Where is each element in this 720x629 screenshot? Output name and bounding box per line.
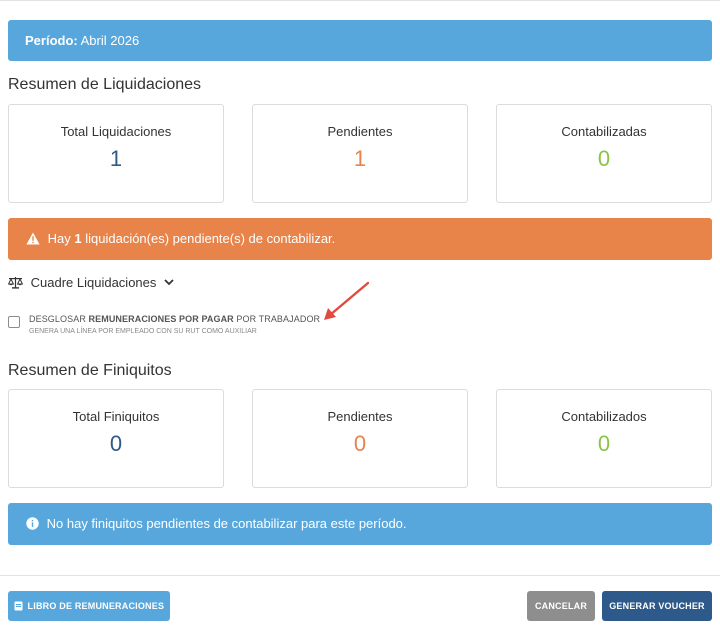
desglose-title-bold: REMUNERACIONES POR PAGAR <box>88 314 234 324</box>
info-circle-icon <box>26 517 39 530</box>
cuadre-toggle-label: Cuadre Liquidaciones <box>30 275 157 290</box>
balance-scale-icon <box>8 277 23 289</box>
card-value: 1 <box>109 146 123 171</box>
card-finiquitos-contabilizados: Contabilizados 0 <box>496 389 712 488</box>
desglose-title-part1: DESGLOSAR <box>29 314 86 324</box>
card-label: Total Finiquitos <box>72 409 160 424</box>
card-liquidaciones-pendientes: Pendientes 1 <box>252 104 468 203</box>
period-banner: Período: Abril 2026 <box>8 20 712 61</box>
card-label: Pendientes <box>327 124 393 139</box>
desglose-checkbox[interactable] <box>8 316 20 328</box>
desglose-subtitle: GENERA UNA LÍNEA POR EMPLEADO CON SU RUT… <box>29 328 257 335</box>
alert-prefix: Hay <box>47 231 71 246</box>
card-liquidaciones-contabilizadas: Contabilizadas 0 <box>496 104 712 203</box>
red-arrow-annotation <box>324 281 370 320</box>
no-finiquitos-alert: No hay finiquitos pendientes de contabil… <box>8 503 712 545</box>
liquidaciones-section-title: Resumen de Liquidaciones <box>8 76 202 93</box>
card-value: 0 <box>597 146 611 171</box>
card-label: Contabilizadas <box>561 124 647 139</box>
pending-liquidaciones-alert: Hay 1 liquidación(es) pendiente(s) de co… <box>8 218 712 260</box>
finiquitos-section-title: Resumen de Finiquitos <box>8 362 172 379</box>
libro-button-label: LIBRO DE REMUNERACIONES <box>27 601 165 611</box>
cuadre-liquidaciones-toggle[interactable]: Cuadre Liquidaciones <box>8 274 178 292</box>
card-value: 0 <box>353 431 367 456</box>
chevron-down-icon <box>164 279 174 286</box>
period-label: Período: <box>25 33 78 48</box>
cancel-button[interactable]: CANCELAR <box>527 591 595 621</box>
no-finiquitos-text: No hay finiquitos pendientes de contabil… <box>46 516 407 531</box>
generate-voucher-button[interactable]: GENERAR VOUCHER <box>602 591 712 621</box>
card-value: 1 <box>353 146 367 171</box>
voucher-modal-body: Período: Abril 2026 Resumen de Liquidaci… <box>0 0 720 629</box>
libro-remuneraciones-button[interactable]: LIBRO DE REMUNERACIONES <box>8 591 170 621</box>
warning-triangle-icon <box>26 232 40 245</box>
desglose-title-part2: POR TRABAJADOR <box>236 314 321 324</box>
period-value: Abril 2026 <box>80 33 140 48</box>
card-value: 0 <box>597 431 611 456</box>
card-total-finiquitos: Total Finiquitos 0 <box>8 389 224 488</box>
card-value: 0 <box>109 431 123 456</box>
card-label: Contabilizados <box>561 409 647 424</box>
desglose-text: DESGLOSAR REMUNERACIONES POR PAGAR POR T… <box>29 313 320 337</box>
card-label: Total Liquidaciones <box>60 124 172 139</box>
book-icon <box>14 601 23 611</box>
footer-divider <box>0 575 720 576</box>
card-label: Pendientes <box>327 409 393 424</box>
alert-suffix: liquidación(es) pendiente(s) de contabil… <box>85 231 336 246</box>
card-total-liquidaciones: Total Liquidaciones 1 <box>8 104 224 203</box>
card-finiquitos-pendientes: Pendientes 0 <box>252 389 468 488</box>
alert-count: 1 <box>74 231 82 246</box>
desglose-title: DESGLOSAR REMUNERACIONES POR PAGAR POR T… <box>29 313 320 325</box>
